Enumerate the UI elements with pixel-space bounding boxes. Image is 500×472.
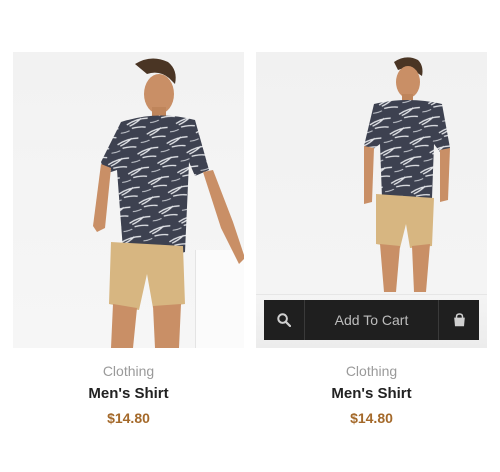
- shopping-bag-icon: [453, 313, 465, 327]
- product-card[interactable]: Clothing Men's Shirt $14.80: [13, 52, 244, 427]
- product-category[interactable]: Clothing: [13, 362, 244, 380]
- product-card[interactable]: Add To Cart Clothing Men's Shirt $14.80: [256, 52, 487, 427]
- cart-button[interactable]: [439, 300, 479, 340]
- product-price: $14.80: [107, 410, 150, 426]
- search-icon: [277, 313, 291, 327]
- model-figure: [93, 58, 244, 348]
- product-title[interactable]: Men's Shirt: [13, 385, 244, 403]
- product-image[interactable]: Add To Cart: [256, 52, 487, 348]
- product-price: $14.80: [350, 410, 393, 426]
- product-category[interactable]: Clothing: [256, 362, 487, 380]
- product-action-bar: Add To Cart: [264, 300, 479, 340]
- quick-view-button[interactable]: [264, 300, 304, 340]
- product-image[interactable]: [13, 52, 244, 348]
- product-title[interactable]: Men's Shirt: [256, 385, 487, 403]
- add-to-cart-button[interactable]: Add To Cart: [305, 300, 438, 340]
